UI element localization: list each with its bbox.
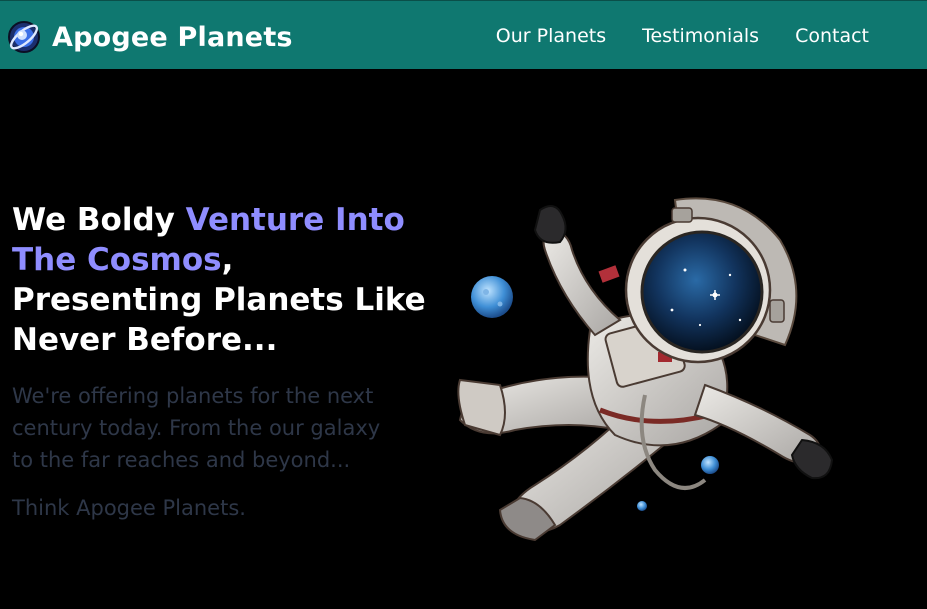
hero-text: We Boldy Venture Into The Cosmos, Presen…	[12, 200, 432, 524]
helmet-visor	[640, 230, 764, 354]
hero-subtext: We're offering planets for the next cent…	[12, 384, 381, 472]
nav-link-testimonials[interactable]: Testimonials	[642, 25, 759, 47]
navbar: Apogee Planets Our Planets Testimonials …	[0, 0, 927, 69]
brand-link[interactable]: Apogee Planets	[6, 17, 293, 57]
hero-headline: We Boldy Venture Into The Cosmos, Presen…	[12, 200, 432, 360]
brand-name: Apogee Planets	[52, 21, 293, 53]
hero-tagline: Think Apogee Planets.	[12, 496, 246, 520]
headline-part1: We Boldy	[12, 202, 186, 238]
astronaut-illustration	[457, 197, 834, 542]
planet-small	[701, 456, 719, 474]
nav-link-contact[interactable]: Contact	[795, 25, 869, 47]
planet-tiny	[637, 501, 647, 511]
nav-link-our-planets[interactable]: Our Planets	[496, 25, 606, 47]
planet-logo-icon	[8, 21, 40, 53]
planet-large	[471, 276, 513, 318]
main-nav: Our Planets Testimonials Contact	[496, 25, 869, 47]
